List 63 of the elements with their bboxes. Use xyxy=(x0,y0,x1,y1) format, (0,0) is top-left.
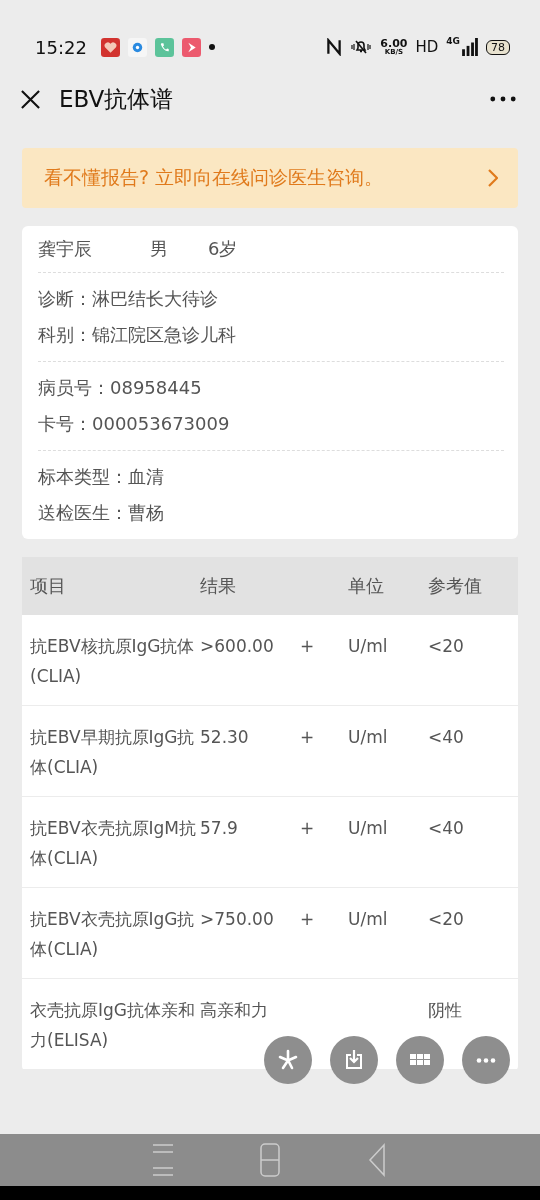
table-cell-text: 衣壳抗原IgG抗体亲和力(ELISA) xyxy=(29,999,196,1052)
chevron-right-icon xyxy=(488,169,498,187)
download-button[interactable] xyxy=(330,1036,378,1084)
consult-banner[interactable]: 看不懂报告? 立即向在线问诊医生咨询。 xyxy=(22,148,518,208)
column-header: 结果 xyxy=(200,574,237,598)
info-line: 诊断：淋巴结长大待诊 xyxy=(38,287,219,311)
page-title: EBV抗体谱 xyxy=(59,84,175,114)
column-header: 项目 xyxy=(29,574,67,598)
table-cell: <20 xyxy=(428,909,464,929)
table-cell: 57.9 xyxy=(200,818,238,838)
info-line: 标本类型：血清 xyxy=(38,465,165,489)
table-cell: >750.00 xyxy=(200,909,274,929)
network-speed: 6.00 xyxy=(380,38,408,49)
grid-button[interactable] xyxy=(396,1036,444,1084)
more-button[interactable] xyxy=(462,1036,510,1084)
table-cell: >600.00 xyxy=(200,636,274,656)
table-cell: U/ml xyxy=(348,727,388,747)
nfc-icon xyxy=(326,38,343,56)
table-cell-text: 抗EBV早期抗原IgG抗体(CLIA) xyxy=(29,726,196,779)
circle-app-icon xyxy=(127,37,147,57)
info-line: 卡号：000053673009 xyxy=(38,412,231,436)
more-icon[interactable] xyxy=(490,96,516,102)
more-icon xyxy=(476,1057,496,1063)
table-cell: 阴性 xyxy=(428,1000,462,1020)
table-cell: <20 xyxy=(428,636,464,656)
status-time: 15:22 xyxy=(35,36,87,58)
hd-label: HD xyxy=(415,38,439,56)
info-line: 科别：锦江院区急诊儿科 xyxy=(38,323,237,347)
flag-label: + xyxy=(300,909,315,929)
heart-app-icon xyxy=(100,37,120,57)
patient-age: 6岁 xyxy=(208,237,238,261)
table-cell: U/ml xyxy=(348,909,388,929)
play-app-icon xyxy=(181,37,201,57)
sparkle-icon xyxy=(276,1048,300,1072)
patient-name: 龚宇辰 xyxy=(38,237,93,261)
notification-dot-icon xyxy=(208,44,215,50)
table-cell-text: 抗EBV核抗原IgG抗体(CLIA) xyxy=(29,635,196,688)
table-cell: <40 xyxy=(428,818,464,838)
muted-bell-icon xyxy=(350,38,373,56)
table-cell: <40 xyxy=(428,727,464,747)
banner-text: 看不懂报告? 立即向在线问诊医生咨询。 xyxy=(44,165,385,190)
menu-icon[interactable] xyxy=(152,1143,175,1177)
network-type: 4G xyxy=(446,36,460,46)
info-line: 送检医生：曹杨 xyxy=(38,501,165,525)
signal-icon xyxy=(462,38,478,56)
table-cell: U/ml xyxy=(348,636,388,656)
battery-level: 78 xyxy=(486,39,510,55)
table-cell: 52.30 xyxy=(200,727,249,747)
flag-label: + xyxy=(300,818,315,838)
sparkle-button[interactable] xyxy=(264,1036,312,1084)
phone-app-icon xyxy=(154,37,174,57)
table-cell: 高亲和力 xyxy=(200,1000,268,1020)
column-header: 参考值 xyxy=(428,574,483,598)
flag-label: + xyxy=(300,727,315,747)
table-cell-text: 抗EBV衣壳抗原IgM抗体(CLIA) xyxy=(29,817,197,870)
column-header: 单位 xyxy=(348,574,385,598)
flag-label: + xyxy=(300,636,315,656)
table-cell-text: 抗EBV衣壳抗原IgG抗体(CLIA) xyxy=(29,908,196,961)
close-icon[interactable] xyxy=(20,88,41,110)
info-line: 病员号：08958445 xyxy=(38,376,203,400)
table-cell: U/ml xyxy=(348,818,388,838)
home-icon[interactable] xyxy=(259,1143,281,1177)
patient-sex: 男 xyxy=(150,237,169,261)
